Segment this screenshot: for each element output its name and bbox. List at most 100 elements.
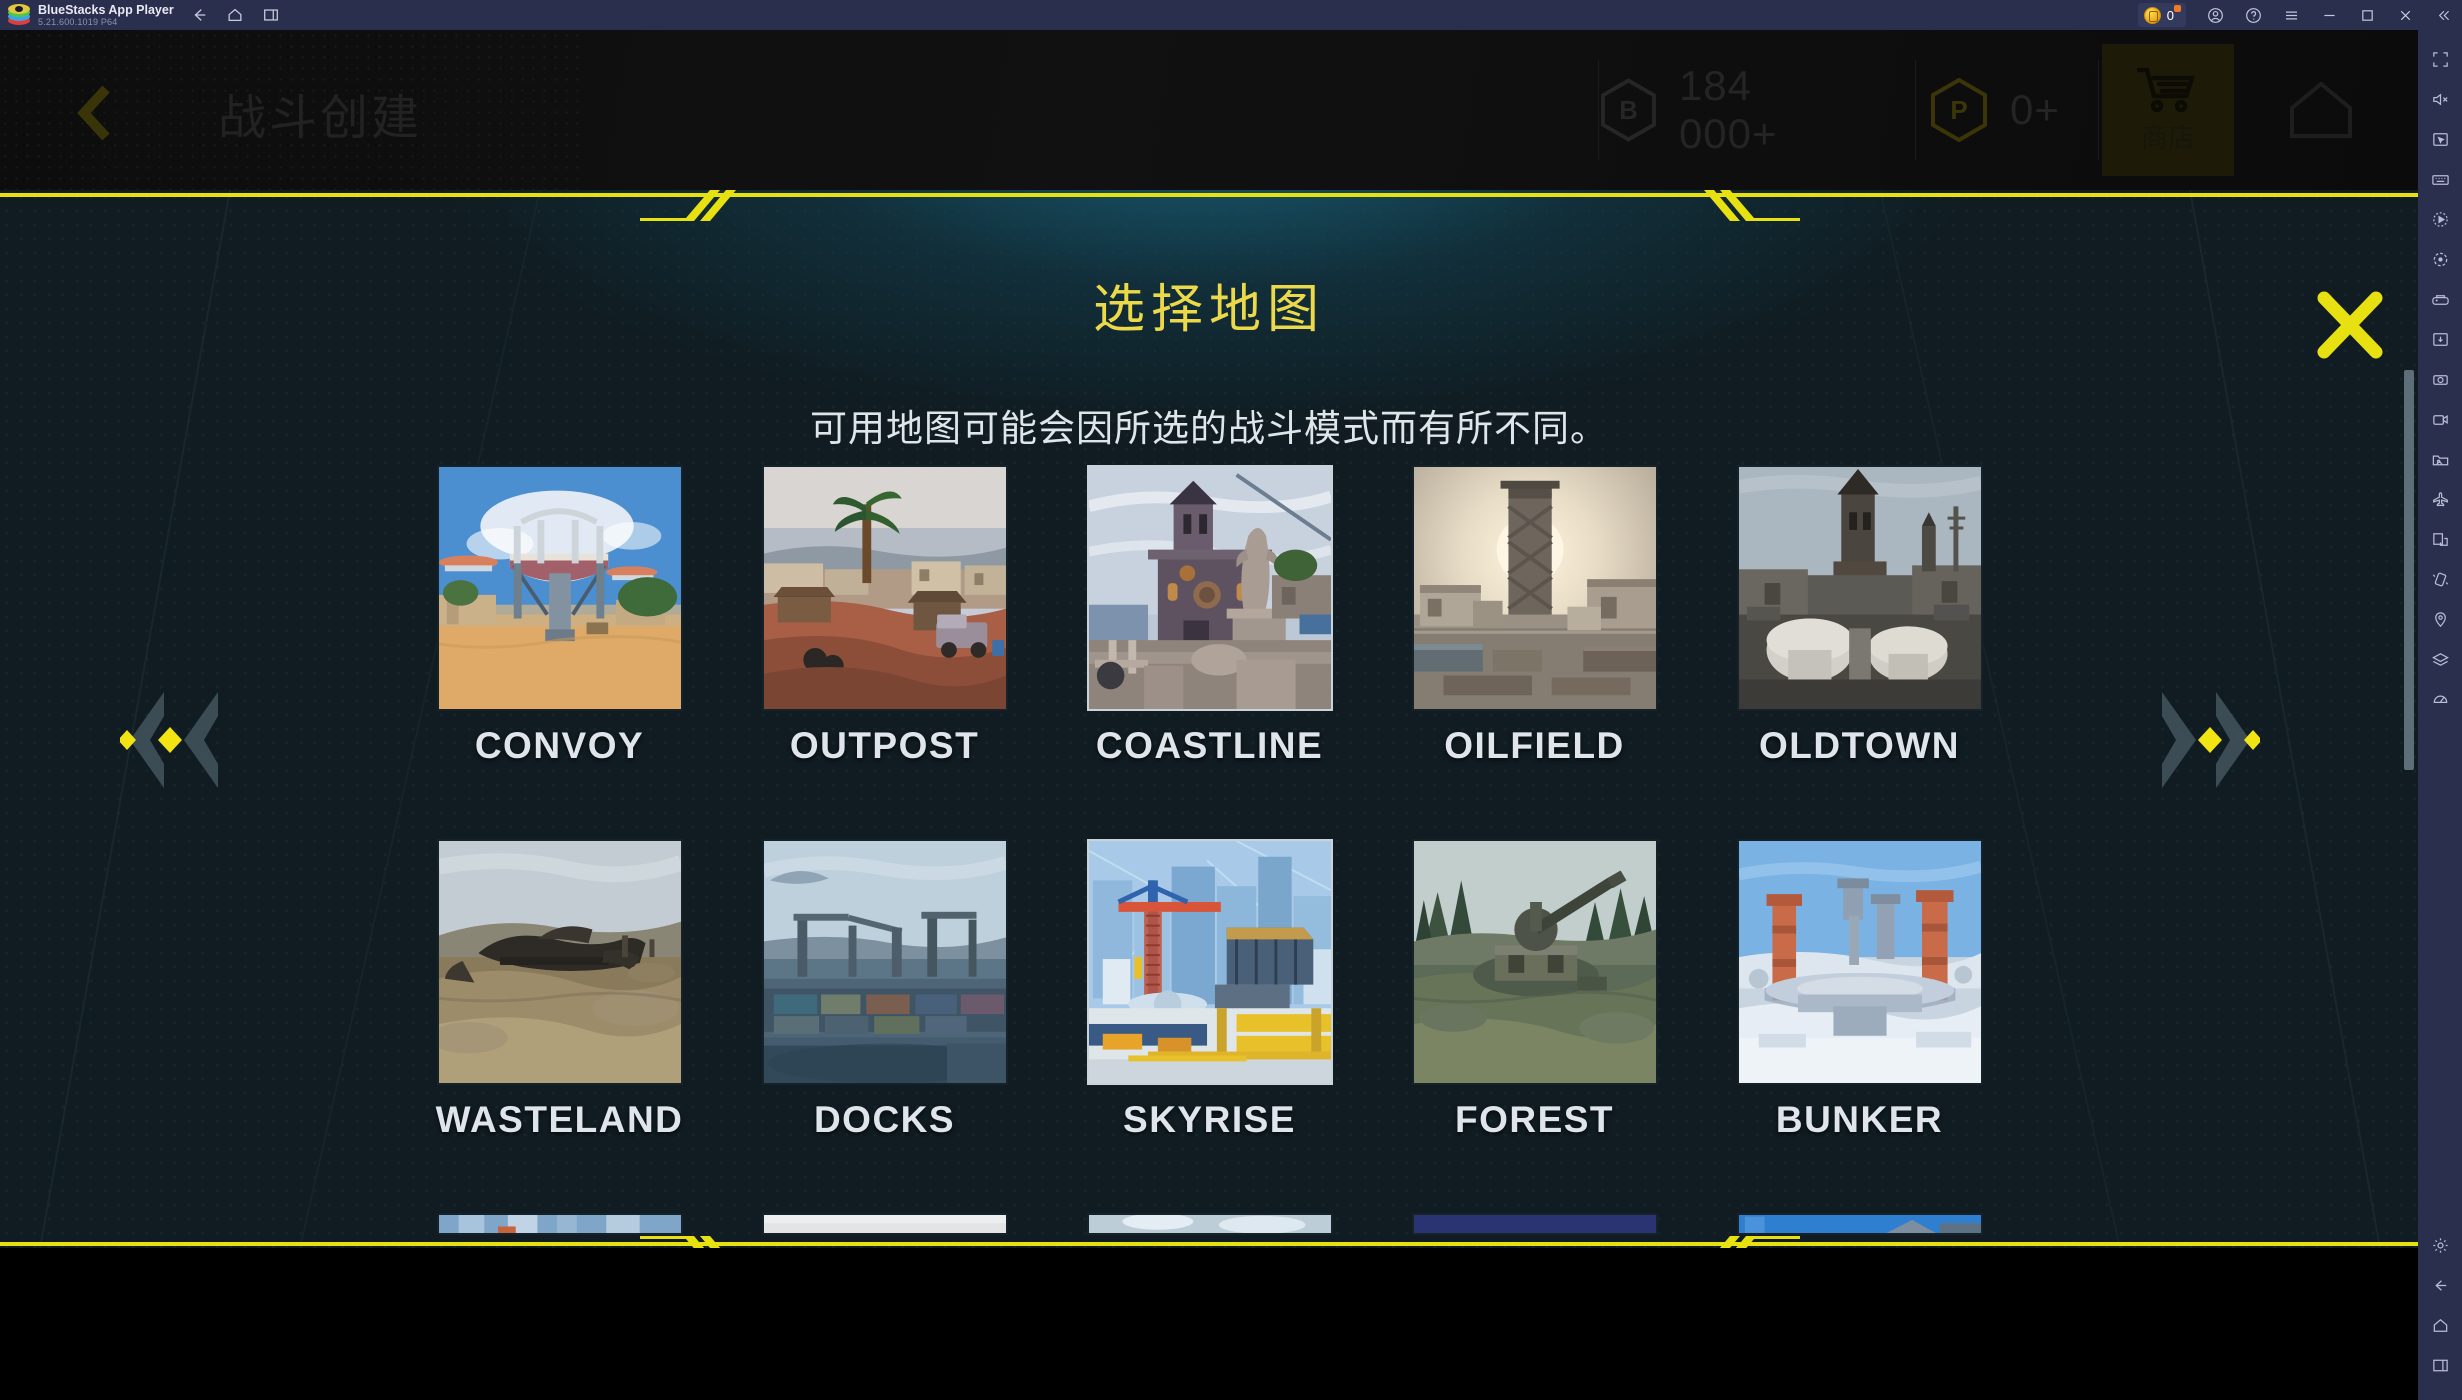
currency-battlecoin-value: 184 000+ <box>1678 62 1778 157</box>
map-label: SKYRISE <box>1123 1099 1296 1140</box>
map-card-partial-5[interactable] <box>1697 1213 2022 1235</box>
coin-icon <box>2143 6 2161 24</box>
map-label: OUTPOST <box>789 725 980 766</box>
svg-text:P: P <box>1950 95 1967 125</box>
screenshot-icon[interactable] <box>2425 364 2455 394</box>
map-thumbnail <box>1411 839 1658 1085</box>
account-icon[interactable] <box>2196 0 2234 30</box>
map-card-bunker[interactable]: BUNKER <box>1697 839 2022 1141</box>
sidebar-bottom-controls <box>2418 1230 2462 1400</box>
map-thumbnail <box>1086 839 1333 1085</box>
cursor-icon[interactable] <box>2425 124 2455 154</box>
layers-icon[interactable] <box>2425 644 2455 674</box>
currency-premium[interactable]: P 0+ <box>1930 30 2130 190</box>
home-icon[interactable] <box>226 6 244 24</box>
currency-battlecoin[interactable]: B 184 000+ <box>1600 30 1860 190</box>
bottom-black-strip <box>0 1248 2418 1400</box>
map-label: DOCKS <box>813 1099 956 1140</box>
currency-premium-value: 0+ <box>2010 86 2060 133</box>
titlebar-nav-icons <box>190 6 280 24</box>
map-card-partial-1[interactable] <box>397 1213 722 1235</box>
shop-button[interactable]: 商店 <box>2102 44 2234 176</box>
close-x-icon[interactable] <box>2290 270 2410 380</box>
gamepad-icon[interactable] <box>2425 284 2455 314</box>
menu-icon[interactable] <box>2272 0 2310 30</box>
nav-prev-button[interactable] <box>118 680 230 800</box>
svg-text:B: B <box>1619 97 1637 125</box>
macro-icon[interactable] <box>2425 204 2455 234</box>
coin-balance-chip[interactable]: 0 <box>2137 3 2186 27</box>
hex-b-icon: B <box>1600 78 1657 142</box>
install-apk-icon[interactable] <box>2425 324 2455 354</box>
minimize-icon[interactable] <box>2310 0 2348 30</box>
map-card-convoy[interactable]: CONVOY <box>397 465 722 767</box>
recents-icon[interactable] <box>262 6 280 24</box>
map-thumbnail <box>1736 465 1983 711</box>
game-scrollbar[interactable] <box>2404 370 2414 770</box>
shake-icon[interactable] <box>2425 564 2455 594</box>
map-card-partial-2[interactable] <box>722 1213 1047 1235</box>
media-manager-icon[interactable] <box>2425 444 2455 474</box>
map-card-oilfield[interactable]: OILFIELD <box>1372 465 1697 767</box>
app-title: BlueStacks App Player <box>38 2 174 17</box>
titlebar-right-controls: 0 <box>2137 0 2462 30</box>
coin-notification-dot <box>2174 5 2181 12</box>
map-thumbnail <box>1736 1213 1983 1235</box>
settings-gear-icon[interactable] <box>2425 1230 2455 1260</box>
map-row: CONVOY OUTPOST COASTLINE OILFIELD OLDTOW… <box>397 465 2022 767</box>
record-icon[interactable] <box>2425 404 2455 434</box>
keyboard-icon[interactable] <box>2425 164 2455 194</box>
map-thumbnail <box>761 839 1008 1085</box>
map-thumbnail <box>1086 465 1333 711</box>
multi-instance-icon[interactable] <box>2425 524 2455 554</box>
chevron-left-double <box>118 692 218 788</box>
map-thumbnail <box>436 1213 683 1235</box>
map-row-partial <box>397 1213 2022 1235</box>
nav-next-button[interactable] <box>2150 680 2262 800</box>
map-card-oldtown[interactable]: OLDTOWN <box>1697 465 2022 767</box>
map-card-partial-3[interactable] <box>1047 1213 1372 1235</box>
rotate-icon[interactable] <box>2425 244 2455 274</box>
map-row: WASTELAND DOCKS SKYRISE FOREST BUNKER <box>397 839 2022 1141</box>
bluestacks-sidebar <box>2418 30 2462 1400</box>
map-card-wasteland[interactable]: WASTELAND <box>397 839 722 1141</box>
map-card-skyrise[interactable]: SKYRISE <box>1047 839 1372 1141</box>
chevron-right-double <box>2162 692 2262 788</box>
map-thumbnail <box>436 465 683 711</box>
modal-subtitle: 可用地图可能会因所选的战斗模式而有所不同。 <box>810 408 1608 449</box>
eco-mode-icon[interactable] <box>2425 684 2455 714</box>
recents-icon[interactable] <box>2425 1350 2455 1380</box>
map-thumbnail <box>1086 1213 1333 1235</box>
shop-label: 商店 <box>2141 122 2195 153</box>
map-grid: CONVOY OUTPOST COASTLINE OILFIELD OLDTOW… <box>397 465 2022 1235</box>
maximize-icon[interactable] <box>2348 0 2386 30</box>
map-thumbnail <box>1411 465 1658 711</box>
location-icon[interactable] <box>2425 604 2455 634</box>
game-home-button[interactable] <box>2280 68 2362 150</box>
airplane-icon[interactable] <box>2425 484 2455 514</box>
game-back-button[interactable] <box>72 85 118 141</box>
map-card-forest[interactable]: FOREST <box>1372 839 1697 1141</box>
map-card-outpost[interactable]: OUTPOST <box>722 465 1047 767</box>
game-viewport: 战斗创建 B 184 000+ P 0+ 商店 选择地图 可用地图可能会因所选的… <box>0 30 2418 1400</box>
coin-value: 0 <box>2166 7 2174 23</box>
fullscreen-icon[interactable] <box>2425 44 2455 74</box>
map-card-partial-4[interactable] <box>1372 1213 1697 1235</box>
map-label: WASTELAND <box>435 1099 684 1140</box>
map-thumbnail <box>1736 839 1983 1085</box>
map-label: BUNKER <box>1775 1099 1944 1140</box>
collapse-icon[interactable] <box>2424 0 2462 30</box>
mute-icon[interactable] <box>2425 84 2455 114</box>
bluestacks-logo-icon <box>8 4 30 26</box>
map-card-docks[interactable]: DOCKS <box>722 839 1047 1141</box>
map-card-coastline[interactable]: COASTLINE <box>1047 465 1372 767</box>
map-thumbnail <box>761 465 1008 711</box>
close-icon[interactable] <box>2386 0 2424 30</box>
map-label: FOREST <box>1454 1099 1615 1140</box>
back-icon[interactable] <box>190 6 208 24</box>
map-label: CONVOY <box>474 725 645 766</box>
map-label: COASTLINE <box>1095 725 1324 766</box>
home-icon[interactable] <box>2425 1310 2455 1340</box>
help-icon[interactable] <box>2234 0 2272 30</box>
back-arrow-icon[interactable] <box>2425 1270 2455 1300</box>
